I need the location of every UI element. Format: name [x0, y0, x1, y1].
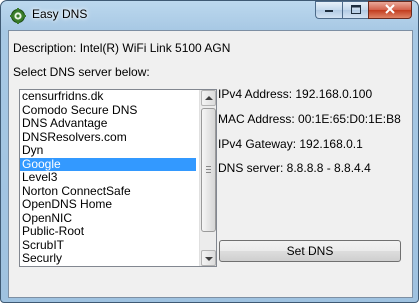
- list-item[interactable]: OpenDNS Home: [20, 197, 196, 212]
- list-item[interactable]: Dyn: [20, 143, 196, 158]
- grip-icon: [206, 166, 211, 173]
- list-item[interactable]: Norton ConnectSafe: [20, 184, 196, 199]
- scroll-down-button[interactable]: [201, 250, 216, 266]
- ipv4-gateway: IPv4 Gateway: 192.168.0.1: [218, 137, 363, 151]
- list-item[interactable]: Public-Root: [20, 224, 196, 239]
- list-item[interactable]: DNSResolvers.com: [20, 130, 196, 145]
- title-bar[interactable]: Easy DNS: [1, 1, 418, 31]
- list-item[interactable]: Comodo Secure DNS: [20, 103, 196, 118]
- list-scrollbar[interactable]: [199, 90, 216, 266]
- list-item[interactable]: OpenNIC: [20, 211, 196, 226]
- minimize-button[interactable]: [315, 1, 342, 19]
- select-server-label: Select DNS server below:: [13, 65, 150, 79]
- scroll-thumb[interactable]: [201, 108, 216, 232]
- close-button[interactable]: [368, 1, 412, 19]
- set-dns-button[interactable]: Set DNS: [219, 240, 401, 262]
- list-item[interactable]: Google: [20, 157, 196, 171]
- client-area: Description: Intel(R) WiFi Link 5100 AGN…: [8, 30, 413, 298]
- dns-server-list[interactable]: censurfridns.dk Comodo Secure DNS DNS Adva…: [19, 89, 217, 267]
- adapter-description: Description: Intel(R) WiFi Link 5100 AGN: [13, 41, 231, 55]
- close-icon: [385, 3, 395, 17]
- easy-dns-window: Easy DNS Description: Intel(R) WiFi Link…: [0, 0, 419, 303]
- window-title: Easy DNS: [32, 7, 88, 21]
- maximize-icon: [350, 4, 361, 17]
- minimize-icon: [324, 4, 334, 17]
- dns-server-info: DNS server: 8.8.8.8 - 8.8.4.4: [218, 161, 371, 175]
- chevron-up-icon: [205, 96, 213, 100]
- list-item[interactable]: Level3: [20, 170, 196, 185]
- maximize-button[interactable]: [342, 1, 368, 19]
- mac-address: MAC Address: 00:1E:65:D0:1E:B8: [218, 112, 401, 126]
- chevron-down-icon: [205, 257, 213, 261]
- scroll-up-button[interactable]: [201, 90, 216, 106]
- dns-server-items: censurfridns.dk Comodo Secure DNS DNS Adva…: [20, 90, 196, 266]
- list-item[interactable]: DNS Advantage: [20, 116, 196, 131]
- caption-buttons: [315, 1, 412, 20]
- ipv4-address: IPv4 Address: 192.168.0.100: [218, 87, 373, 101]
- list-item[interactable]: censurfridns.dk: [20, 90, 196, 104]
- list-item[interactable]: Securly: [20, 251, 196, 266]
- list-item[interactable]: ScrubIT: [20, 238, 196, 253]
- gear-icon: [10, 8, 26, 24]
